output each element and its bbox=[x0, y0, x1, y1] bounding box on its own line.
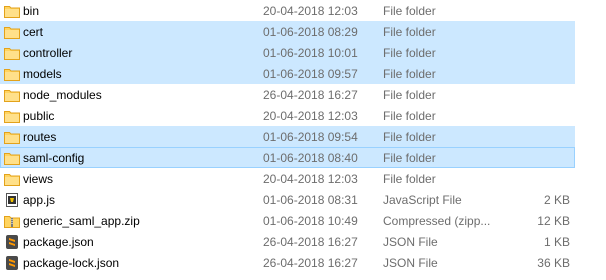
file-date-modified: 01-06-2018 10:49 bbox=[263, 214, 358, 228]
file-row[interactable]: saml-config 01-06-2018 08:40 File folder bbox=[0, 147, 575, 168]
file-type: Compressed (zipp... bbox=[383, 214, 491, 228]
file-date-modified: 20-04-2018 12:03 bbox=[263, 109, 358, 123]
file-type: File folder bbox=[383, 151, 436, 165]
file-type: File folder bbox=[383, 88, 436, 102]
folder-icon bbox=[4, 88, 20, 102]
file-date-modified: 01-06-2018 08:29 bbox=[263, 25, 358, 39]
file-size: 1 KB bbox=[543, 235, 570, 249]
folder-icon bbox=[4, 109, 20, 123]
file-row[interactable]: views 20-04-2018 12:03 File folder bbox=[0, 168, 575, 189]
file-row[interactable]: bin 20-04-2018 12:03 File folder bbox=[0, 0, 575, 21]
folder-icon bbox=[4, 67, 20, 81]
file-type: JSON File bbox=[383, 256, 438, 270]
file-row[interactable]: package-lock.json 26-04-2018 16:27 JSON Fi… bbox=[0, 252, 575, 273]
file-date-modified: 01-06-2018 08:31 bbox=[263, 193, 358, 207]
file-name: app.js bbox=[23, 193, 56, 207]
file-date-modified: 20-04-2018 12:03 bbox=[263, 172, 358, 186]
file-name: package.json bbox=[23, 235, 94, 249]
folder-icon bbox=[4, 172, 20, 186]
file-date-modified: 01-06-2018 09:57 bbox=[263, 67, 358, 81]
file-list: bin 20-04-2018 12:03 File folder cert 01-06-… bbox=[0, 0, 606, 280]
javascript-file-icon bbox=[4, 193, 20, 207]
folder-icon bbox=[4, 151, 20, 165]
folder-icon bbox=[4, 130, 20, 144]
file-type: File folder bbox=[383, 4, 436, 18]
file-row[interactable]: routes 01-06-2018 09:54 File folder bbox=[0, 126, 575, 147]
file-type: File folder bbox=[383, 67, 436, 81]
file-date-modified: 01-06-2018 09:54 bbox=[263, 130, 358, 144]
file-size: 36 KB bbox=[537, 256, 570, 270]
file-name: generic_saml_app.zip bbox=[23, 214, 140, 228]
file-row[interactable]: generic_saml_app.zip 01-06-2018 10:49 Comp… bbox=[0, 210, 575, 231]
folder-icon bbox=[4, 4, 20, 18]
file-size: 2 KB bbox=[543, 193, 570, 207]
file-name: bin bbox=[23, 4, 40, 18]
file-date-modified: 26-04-2018 16:27 bbox=[263, 235, 358, 249]
folder-icon bbox=[4, 25, 20, 39]
file-date-modified: 01-06-2018 08:40 bbox=[263, 151, 358, 165]
file-row[interactable]: public 20-04-2018 12:03 File folder bbox=[0, 105, 575, 126]
file-name: cert bbox=[23, 25, 44, 39]
file-row[interactable]: node_modules 26-04-2018 16:27 File folder bbox=[0, 84, 575, 105]
file-date-modified: 26-04-2018 16:27 bbox=[263, 256, 358, 270]
file-type: File folder bbox=[383, 172, 436, 186]
file-name: routes bbox=[23, 130, 57, 144]
sublime-json-icon bbox=[4, 256, 20, 270]
file-row[interactable]: models 01-06-2018 09:57 File folder bbox=[0, 63, 575, 84]
file-row[interactable]: controller 01-06-2018 10:01 File folder bbox=[0, 42, 575, 63]
file-type: JavaScript File bbox=[383, 193, 462, 207]
file-type: File folder bbox=[383, 130, 436, 144]
file-name: saml-config bbox=[23, 151, 85, 165]
file-type: File folder bbox=[383, 25, 436, 39]
file-date-modified: 01-06-2018 10:01 bbox=[263, 46, 358, 60]
zip-archive-icon bbox=[4, 214, 20, 228]
file-name: views bbox=[23, 172, 54, 186]
file-name: package-lock.json bbox=[23, 256, 120, 270]
file-row[interactable]: app.js 01-06-2018 08:31 JavaScript File 2 K… bbox=[0, 189, 575, 210]
folder-icon bbox=[4, 46, 20, 60]
file-row[interactable]: package.json 26-04-2018 16:27 JSON File 1 K… bbox=[0, 231, 575, 252]
file-name: controller bbox=[23, 46, 73, 60]
file-size: 12 KB bbox=[537, 214, 570, 228]
file-type: File folder bbox=[383, 109, 436, 123]
file-type: File folder bbox=[383, 46, 436, 60]
file-name: public bbox=[23, 109, 55, 123]
sublime-json-icon bbox=[4, 235, 20, 249]
file-type: JSON File bbox=[383, 235, 438, 249]
file-name: models bbox=[23, 67, 62, 81]
file-date-modified: 26-04-2018 16:27 bbox=[263, 88, 358, 102]
file-name: node_modules bbox=[23, 88, 102, 102]
file-row[interactable]: cert 01-06-2018 08:29 File folder bbox=[0, 21, 575, 42]
file-date-modified: 20-04-2018 12:03 bbox=[263, 4, 358, 18]
